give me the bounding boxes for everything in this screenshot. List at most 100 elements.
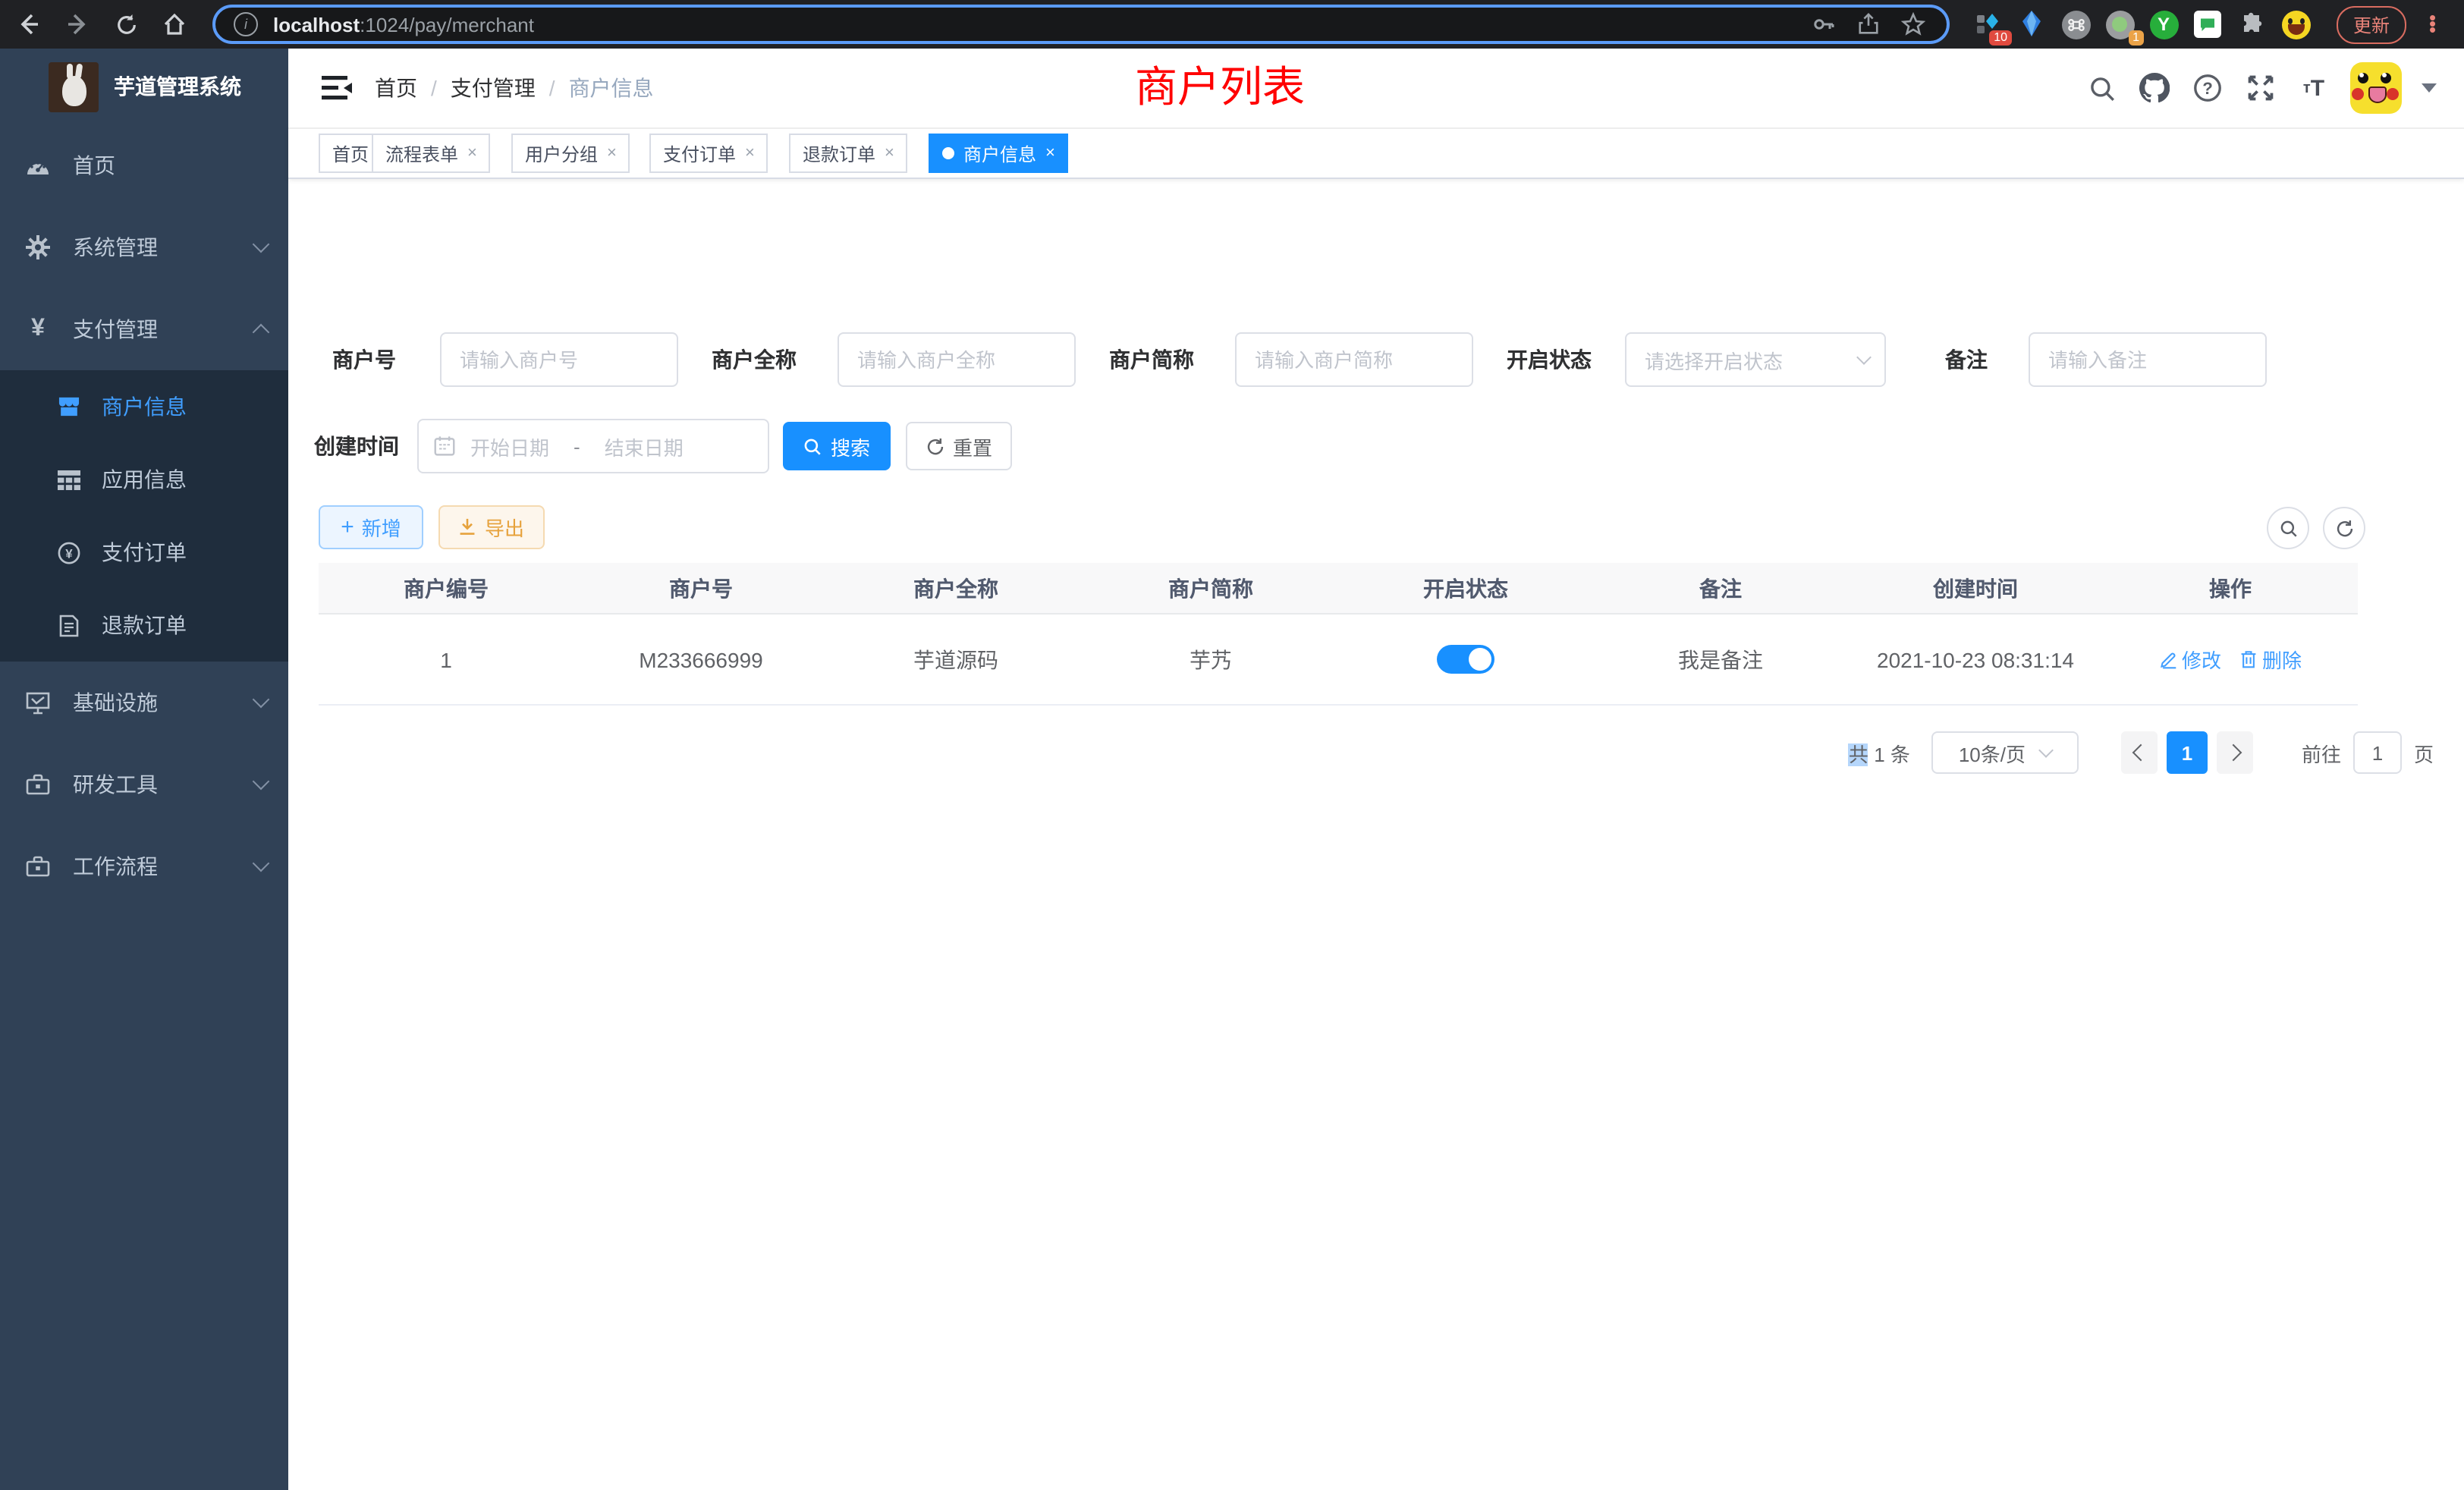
avatar[interactable] bbox=[2350, 62, 2402, 114]
start-date-placeholder[interactable]: 开始日期 bbox=[470, 432, 549, 461]
tab-pay-order[interactable]: 支付订单× bbox=[649, 134, 768, 173]
status-select[interactable]: 请选择开启状态 bbox=[1625, 332, 1886, 387]
add-button[interactable]: + 新增 bbox=[319, 505, 423, 549]
pagination: 共 1 条 10条/页 1 前往 页 bbox=[1849, 731, 2434, 774]
back-icon[interactable] bbox=[9, 5, 49, 44]
sidebar-item-refund-order[interactable]: 退款订单 bbox=[0, 589, 288, 662]
merchant-no-input[interactable] bbox=[440, 332, 678, 387]
url-host: localhost bbox=[273, 13, 360, 36]
sidebar-item-workflow[interactable]: 工作流程 bbox=[0, 825, 288, 907]
field-label-full-name: 商户全称 bbox=[699, 332, 797, 387]
share-icon[interactable] bbox=[1857, 12, 1880, 36]
sidebar-item-label: 基础设施 bbox=[73, 687, 255, 718]
goto-page-input[interactable] bbox=[2353, 731, 2402, 774]
close-icon[interactable]: × bbox=[745, 144, 755, 162]
date-range-input[interactable]: 开始日期 - 结束日期 bbox=[417, 419, 769, 473]
address-bar[interactable]: i localhost:1024/pay/merchant bbox=[212, 5, 1950, 44]
app-header: 首页 / 支付管理 / 商户信息 商户列表 ? тT bbox=[288, 49, 2464, 129]
extension-gem-icon[interactable] bbox=[2016, 9, 2047, 39]
full-name-input[interactable] bbox=[838, 332, 1076, 387]
export-button[interactable]: 导出 bbox=[438, 505, 545, 549]
col-actions: 操作 bbox=[2103, 563, 2358, 613]
breadcrumb-pay[interactable]: 支付管理 bbox=[451, 73, 536, 103]
hamburger-icon[interactable] bbox=[319, 70, 355, 106]
browser-update-button[interactable]: 更新 bbox=[2337, 5, 2406, 43]
toggle-search-button[interactable] bbox=[2267, 507, 2309, 549]
page-suffix-label: 页 bbox=[2414, 738, 2434, 767]
sidebar-item-label: 支付管理 bbox=[73, 314, 255, 344]
github-icon[interactable] bbox=[2138, 71, 2171, 105]
tab-user-group[interactable]: 用户分组× bbox=[511, 134, 630, 173]
font-size-icon[interactable]: тT bbox=[2297, 71, 2330, 105]
sidebar-item-system[interactable]: 系统管理 bbox=[0, 206, 288, 288]
cell-short-name: 芋艿 bbox=[1083, 615, 1338, 704]
extension-command-icon[interactable] bbox=[2060, 9, 2091, 39]
menu-dots-icon[interactable]: ••• bbox=[2429, 15, 2438, 33]
status-toggle[interactable] bbox=[1437, 645, 1494, 674]
col-status: 开启状态 bbox=[1338, 563, 1593, 613]
short-name-input[interactable] bbox=[1235, 332, 1473, 387]
extension-y-icon[interactable]: Y bbox=[2148, 9, 2179, 39]
reset-button[interactable]: 重置 bbox=[906, 422, 1012, 470]
delete-link[interactable]: 删除 bbox=[2239, 645, 2302, 674]
sidebar-item-infra[interactable]: 基础设施 bbox=[0, 662, 288, 743]
caret-down-icon[interactable] bbox=[2422, 83, 2437, 93]
reload-icon[interactable] bbox=[106, 5, 146, 44]
plus-icon: + bbox=[341, 516, 354, 539]
close-icon[interactable]: × bbox=[467, 144, 477, 162]
sidebar-item-pay[interactable]: ¥ 支付管理 bbox=[0, 288, 288, 370]
sidebar-item-home[interactable]: 首页 bbox=[0, 124, 288, 206]
remark-input[interactable] bbox=[2029, 332, 2267, 387]
end-date-placeholder[interactable]: 结束日期 bbox=[605, 432, 684, 461]
breadcrumb-home[interactable]: 首页 bbox=[375, 73, 417, 103]
cell-remark: 我是备注 bbox=[1593, 615, 1848, 704]
close-icon[interactable]: × bbox=[1045, 144, 1055, 162]
edit-link[interactable]: 修改 bbox=[2159, 645, 2221, 674]
key-icon[interactable] bbox=[1812, 12, 1836, 36]
home-icon[interactable] bbox=[155, 5, 194, 44]
field-label-create-time: 创建时间 bbox=[302, 419, 399, 473]
info-icon[interactable]: i bbox=[234, 12, 258, 36]
active-dot bbox=[942, 147, 954, 159]
toolbox-icon bbox=[26, 772, 50, 797]
col-created: 创建时间 bbox=[1848, 563, 2103, 613]
sidebar-item-merchant-info[interactable]: 商户信息 bbox=[0, 370, 288, 443]
page-1-button[interactable]: 1 bbox=[2167, 731, 2208, 774]
tab-refund-order[interactable]: 退款订单× bbox=[789, 134, 908, 173]
tab-process-form[interactable]: 流程表单× bbox=[372, 134, 491, 173]
emoji-face-icon[interactable] bbox=[2280, 9, 2311, 39]
fullscreen-icon[interactable] bbox=[2244, 71, 2277, 105]
puzzle-icon[interactable] bbox=[2236, 9, 2267, 39]
refresh-table-button[interactable] bbox=[2323, 507, 2365, 549]
star-icon[interactable] bbox=[1901, 12, 1925, 36]
next-page-button[interactable] bbox=[2217, 731, 2253, 774]
page-size-select[interactable]: 10条/页 bbox=[1931, 731, 2079, 774]
monitor-icon bbox=[26, 690, 50, 715]
close-icon[interactable]: × bbox=[885, 144, 894, 162]
cell-created: 2021-10-23 08:31:14 bbox=[1848, 615, 2103, 704]
help-icon[interactable]: ? bbox=[2191, 71, 2224, 105]
search-button[interactable]: 搜索 bbox=[783, 422, 891, 470]
extension-monitor-icon[interactable]: 1 bbox=[2104, 9, 2135, 39]
prev-page-button[interactable] bbox=[2121, 731, 2158, 774]
app: 芋道管理系统 首页 系统管理 ¥ 支付管理 bbox=[0, 49, 2464, 1490]
extension-chat-icon[interactable] bbox=[2192, 9, 2223, 39]
magnifier-icon bbox=[803, 436, 823, 456]
forward-icon[interactable] bbox=[58, 5, 97, 44]
sidebar-item-app-info[interactable]: 应用信息 bbox=[0, 443, 288, 516]
tab-merchant-info[interactable]: 商户信息× bbox=[929, 134, 1069, 173]
browser-toolbar: i localhost:1024/pay/merchant 10 1 bbox=[0, 0, 2464, 49]
close-icon[interactable]: × bbox=[607, 144, 617, 162]
sidebar-item-pay-order[interactable]: ¥ 支付订单 bbox=[0, 516, 288, 589]
extension-diamond-icon[interactable]: 10 bbox=[1972, 9, 2003, 39]
extension-badge: 10 bbox=[1989, 30, 2012, 46]
app-logo-row[interactable]: 芋道管理系统 bbox=[0, 49, 288, 124]
refresh-icon bbox=[2334, 518, 2354, 538]
pay-submenu: 商户信息 应用信息 ¥ 支付订单 bbox=[0, 370, 288, 662]
search-icon[interactable] bbox=[2085, 71, 2118, 105]
refresh-icon bbox=[926, 436, 945, 456]
chevron-down-icon bbox=[253, 691, 270, 709]
table-row: 1 M233666999 芋道源码 芋艿 我是备注 2021-10-23 08:… bbox=[319, 615, 2358, 706]
url-path: :1024/pay/merchant bbox=[360, 13, 534, 36]
sidebar-item-dev-tools[interactable]: 研发工具 bbox=[0, 743, 288, 825]
